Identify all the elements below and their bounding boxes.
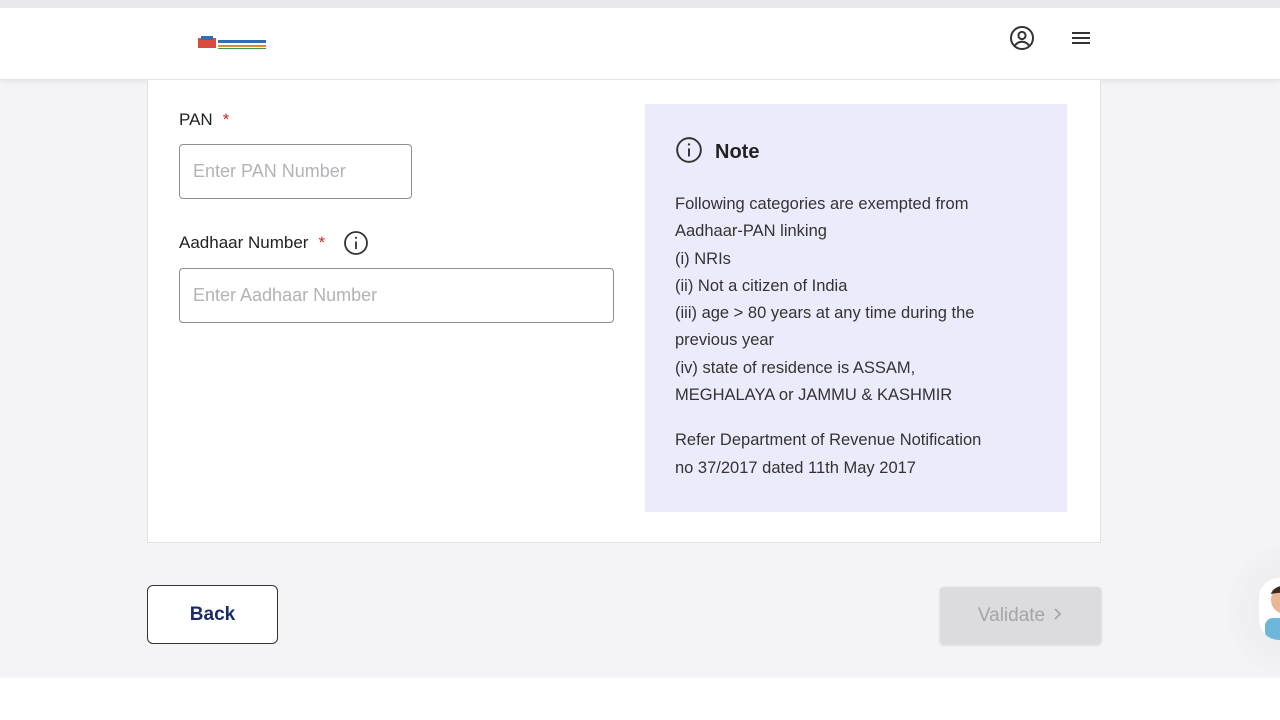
info-circle-icon [675,136,703,169]
aadhaar-input[interactable] [179,268,614,323]
site-logo[interactable] [198,36,268,50]
aadhaar-label: Aadhaar Number [179,233,309,252]
note-line: (ii) Not a citizen of India [675,276,848,295]
aadhaar-required-mark: * [318,233,326,252]
note-line: MEGHALAYA or JAMMU & KASHMIR [675,386,953,405]
hamburger-menu-icon[interactable] [1067,24,1095,52]
form-card: PAN * Aadhaar Number * Note [147,80,1101,543]
validate-button[interactable]: Validate [940,587,1101,644]
top-strip [0,0,1280,8]
info-circle-icon[interactable] [343,230,369,256]
note-title: Note [715,141,760,163]
note-line: (iii) age > 80 years at any time during … [675,304,975,323]
note-body: Following categories are exempted from A… [675,191,1037,409]
back-button[interactable]: Back [147,585,278,644]
note-reference: Refer Department of Revenue Notification… [675,427,1037,482]
site-header [0,8,1280,80]
note-line: previous year [675,331,775,350]
note-line: (iv) state of residence is ASSAM, [675,358,916,377]
chevron-right-icon [1053,605,1063,627]
account-circle-icon[interactable] [1008,24,1036,52]
note-reference-line: no 37/2017 dated 11th May 2017 [675,458,916,477]
note-header: Note [675,136,1037,169]
aadhaar-label-row: Aadhaar Number * [179,230,369,256]
pan-label: PAN [179,110,213,129]
note-panel: Note Following categories are exempted f… [645,104,1067,512]
note-line: Aadhaar-PAN linking [675,222,827,241]
pan-label-row: PAN * [179,110,229,130]
note-reference-line: Refer Department of Revenue Notification [675,431,982,450]
chat-assistant-avatar[interactable] [1259,578,1280,640]
pan-input[interactable] [179,144,412,199]
footer-strip [0,678,1280,720]
validate-label: Validate [977,604,1046,626]
note-line: Following categories are exempted from [675,195,969,213]
note-line: (i) NRIs [675,249,731,268]
pan-required-mark: * [222,110,230,129]
